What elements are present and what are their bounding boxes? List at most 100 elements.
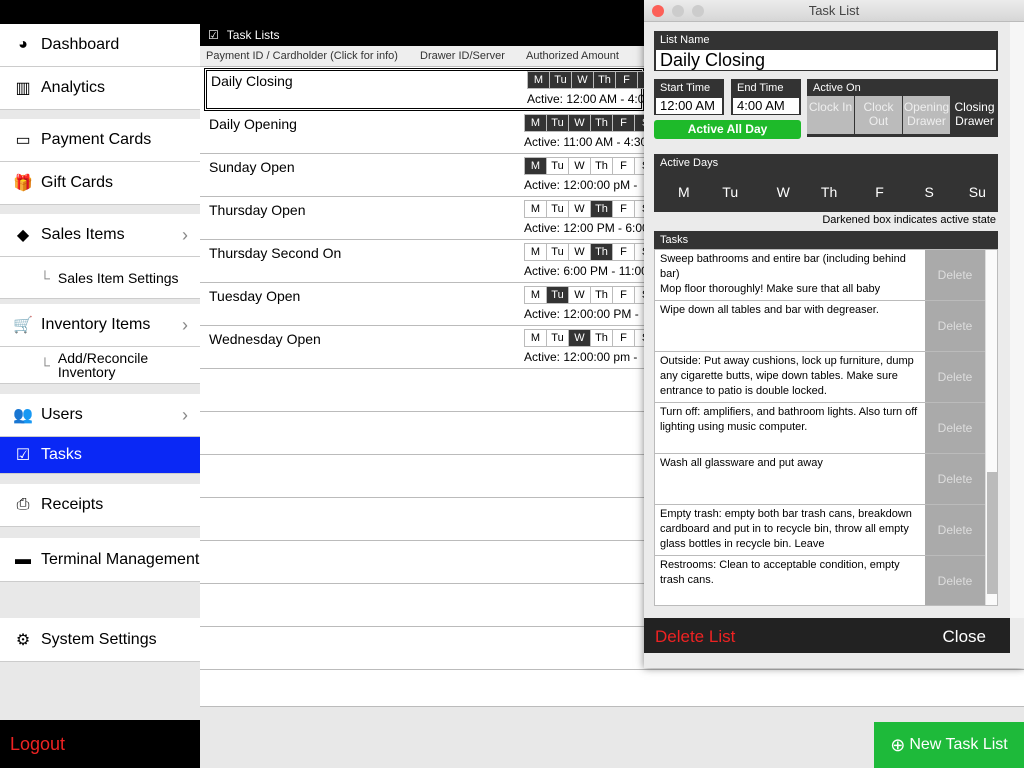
day-indicators: MTuWThFS (524, 243, 658, 261)
task-item[interactable]: Wipe down all tables and bar with degrea… (655, 301, 925, 352)
active-on-opening-drawer[interactable]: Opening Drawer (903, 96, 950, 134)
sidebar-item-users[interactable]: 👥 Users › (0, 394, 200, 437)
end-time-input[interactable]: 4:00 AM (732, 97, 800, 115)
day-box: Th (591, 201, 613, 217)
task-list-name: Daily Closing (211, 73, 293, 89)
delete-task-button[interactable]: Delete (925, 556, 985, 605)
sidebar-item-label: Dashboard (41, 36, 120, 53)
tasks-scrollbar[interactable] (985, 250, 997, 605)
day-box: Tu (547, 158, 569, 174)
list-name-input[interactable]: Daily Closing (655, 49, 997, 71)
task-item[interactable]: Outside: Put away cushions, lock up furn… (655, 352, 925, 403)
day-box: F (613, 244, 635, 260)
active-day-su[interactable]: Su (969, 184, 986, 200)
task-item[interactable]: Turn off: amplifiers, and bathroom light… (655, 403, 925, 454)
delete-task-button[interactable]: Delete (925, 352, 985, 403)
minimize-window-icon[interactable] (672, 5, 684, 17)
delete-task-button[interactable]: Delete (925, 454, 985, 505)
day-box: F (613, 201, 635, 217)
checkbox-icon: ☑ (208, 28, 219, 42)
users-icon: 👥 (13, 407, 33, 424)
active-time: Active: 12:00 PM - 6:00 (524, 221, 649, 235)
day-box: W (569, 158, 591, 174)
task-item[interactable]: Wash all glassware and put away (655, 454, 925, 505)
active-day-s[interactable]: S (925, 184, 934, 200)
end-time-label: End Time (737, 82, 784, 94)
day-box: M (525, 201, 547, 217)
sidebar-item-label: Payment Cards (41, 131, 152, 148)
active-on-clock-in[interactable]: Clock In (807, 96, 854, 134)
day-box: W (569, 115, 591, 131)
delete-task-button[interactable]: Delete (925, 250, 985, 301)
cart-icon: 🛒 (13, 317, 33, 334)
task-item[interactable]: Empty trash: empty both bar trash cans, … (655, 505, 925, 556)
day-box: W (569, 330, 591, 346)
dialog-scrollbar[interactable] (1010, 22, 1024, 618)
sidebar-item-gift-cards[interactable]: 🎁 Gift Cards (0, 162, 200, 205)
sidebar-item-inventory-items[interactable]: 🛒 Inventory Items › (0, 304, 200, 347)
sidebar-item-sales-items[interactable]: ◆ Sales Items › (0, 214, 200, 257)
day-indicators: MTuWThFS (527, 71, 661, 89)
task-list-dialog: Task List List Name Daily Closing Start … (644, 0, 1024, 668)
sidebar-item-add-reconcile-inventory[interactable]: └ Add/Reconcile Inventory (0, 347, 200, 384)
start-time-section: Start Time 12:00 AM (654, 79, 724, 115)
plus-circle-icon: ⊕ (890, 734, 906, 755)
day-indicators: MTuWThFS (524, 286, 658, 304)
sidebar-item-label: Gift Cards (41, 174, 114, 191)
sidebar-item-dashboard[interactable]: ◕ Dashboard (0, 24, 200, 67)
day-box: Th (591, 330, 613, 346)
column-header[interactable]: Drawer ID/Server (420, 50, 505, 62)
column-header[interactable]: Payment ID / Cardholder (Click for info) (206, 50, 398, 62)
logout-button[interactable]: Logout (0, 720, 200, 768)
task-item[interactable]: Restrooms: Clean to acceptable condition… (655, 556, 925, 605)
active-day-m[interactable]: M (678, 184, 690, 200)
new-task-list-button[interactable]: ⊕ New Task List (874, 722, 1024, 768)
sidebar-item-sales-item-settings[interactable]: └ Sales Item Settings (0, 257, 200, 299)
delete-task-button[interactable]: Delete (925, 403, 985, 454)
tasks-list: Sweep bathrooms and entire bar (includin… (654, 249, 998, 606)
active-time: Active: 12:00:00 pM - (524, 178, 638, 192)
day-indicators: MTuWThFS (524, 200, 658, 218)
start-time-input[interactable]: 12:00 AM (655, 97, 723, 115)
sidebar-item-receipts[interactable]: ⎙ Receipts (0, 484, 200, 527)
sidebar-item-tasks[interactable]: ☑ Tasks (0, 437, 200, 474)
close-button[interactable]: Close (943, 627, 986, 647)
new-task-list-label: New Task List (909, 736, 1008, 753)
day-indicators: MTuWThFS (524, 114, 658, 132)
delete-task-button[interactable]: Delete (925, 505, 985, 556)
day-box: W (569, 287, 591, 303)
sidebar-item-analytics[interactable]: ▥ Analytics (0, 67, 200, 110)
gift-icon: 🎁 (13, 175, 33, 192)
day-box: W (569, 244, 591, 260)
day-box: Th (591, 287, 613, 303)
day-box: M (525, 287, 547, 303)
task-list-name: Thursday Open (209, 202, 306, 218)
day-box: M (525, 158, 547, 174)
active-day-th[interactable]: Th (821, 184, 837, 200)
close-window-icon[interactable] (652, 5, 664, 17)
active-day-w[interactable]: W (777, 184, 790, 200)
task-item[interactable]: Sweep bathrooms and entire bar (includin… (655, 250, 925, 301)
active-day-tu[interactable]: Tu (722, 184, 738, 200)
delete-list-button[interactable]: Delete List (655, 627, 735, 647)
task-list-name: Sunday Open (209, 159, 295, 175)
sidebar-item-terminal-management[interactable]: ▬ Terminal Management (0, 538, 200, 582)
sidebar-item-label: Terminal Management (41, 550, 200, 568)
tasks-label: Tasks (660, 234, 689, 246)
task-list-row[interactable]: Daily ClosingMTuWThFSActive: 12:00 AM - … (204, 68, 672, 111)
day-box: F (616, 72, 638, 88)
delete-task-button[interactable]: Delete (925, 301, 985, 352)
active-on-clock-out[interactable]: Clock Out (855, 96, 902, 134)
title-bar[interactable]: Task List (644, 0, 1024, 22)
active-all-day-button[interactable]: Active All Day (654, 120, 801, 139)
column-header[interactable]: Authorized Amount (526, 50, 619, 62)
active-day-f[interactable]: F (875, 184, 884, 200)
tag-icon: ◆ (16, 227, 30, 244)
zoom-window-icon[interactable] (692, 5, 704, 17)
list-name-section: List Name Daily Closing (654, 31, 998, 71)
active-on-closing-drawer[interactable]: Closing Drawer (951, 96, 998, 134)
day-indicators: MTuWThFS (524, 157, 658, 175)
sidebar-item-system-settings[interactable]: ⚙ System Settings (0, 618, 200, 662)
sidebar-item-payment-cards[interactable]: ▭ Payment Cards (0, 119, 200, 162)
sidebar-item-label: Users (41, 406, 83, 423)
